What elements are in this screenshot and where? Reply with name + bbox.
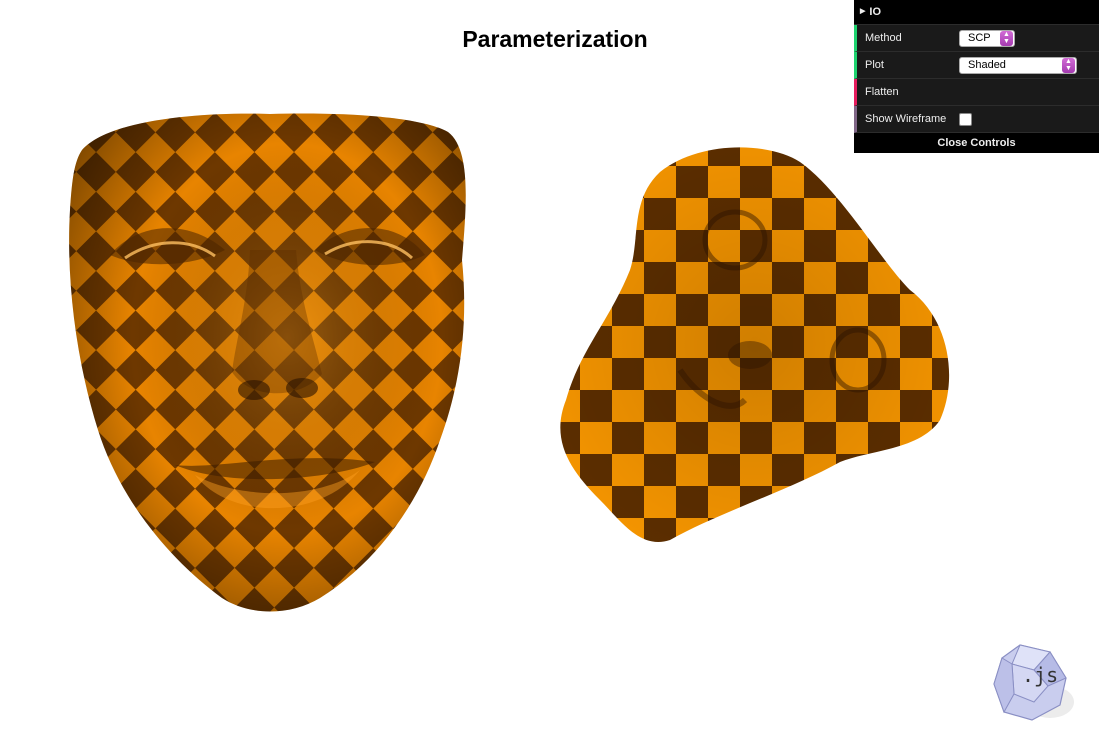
plot-row: Plot Shaded ▲ ▼ <box>854 52 1099 79</box>
geometry-js-logo: .js <box>993 644 1074 721</box>
wireframe-checkbox[interactable] <box>959 112 972 126</box>
flatten-label: Flatten <box>865 86 899 98</box>
select-arrows-icon: ▲ ▼ <box>1062 57 1075 73</box>
wireframe-label: Show Wireframe <box>865 113 947 125</box>
method-select[interactable]: SCP ▲ ▼ <box>959 29 1015 47</box>
io-folder[interactable]: ▶ IO <box>854 0 1099 25</box>
flatten-button[interactable]: Flatten <box>854 79 1099 106</box>
face-mesh <box>69 113 466 612</box>
flattened-mesh <box>560 147 950 542</box>
select-arrows-icon: ▲ ▼ <box>1000 30 1013 46</box>
plot-label: Plot <box>865 59 884 71</box>
close-controls-button[interactable]: Close Controls <box>854 133 1099 153</box>
plot-value: Shaded <box>968 59 1006 71</box>
method-label: Method <box>865 32 902 44</box>
wireframe-row: Show Wireframe <box>854 106 1099 133</box>
method-row: Method SCP ▲ ▼ <box>854 25 1099 52</box>
controls-panel: ▶ IO Method SCP ▲ ▼ Plot Shaded ▲ ▼ Flatte… <box>854 0 1099 153</box>
io-folder-label: IO <box>869 6 882 18</box>
method-value: SCP <box>968 32 991 44</box>
plot-select[interactable]: Shaded ▲ ▼ <box>959 56 1077 74</box>
logo-text: .js <box>1022 663 1058 687</box>
caret-right-icon: ▶ <box>860 8 866 15</box>
